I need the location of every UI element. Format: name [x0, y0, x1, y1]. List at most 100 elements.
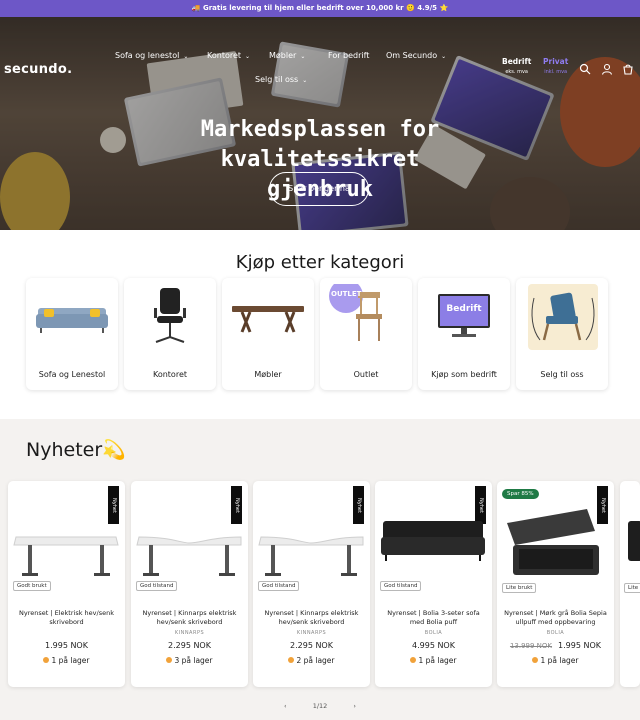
price-value: 1.995 NOK	[45, 641, 88, 650]
nav-label: Om Secundo	[386, 51, 438, 60]
stock-text: 1 på lager	[51, 656, 90, 665]
search-icon[interactable]	[579, 63, 591, 75]
product-name[interactable]: Nyrenset | Kinnarps elektrisk hev/senk s…	[136, 609, 243, 627]
category-section-title: Kjøp etter kategori	[235, 252, 405, 273]
desk-image	[13, 536, 119, 576]
cart-icon[interactable]	[622, 63, 634, 75]
stock-dot-icon	[410, 657, 417, 663]
secundo-logo[interactable]: secundo.	[4, 62, 72, 77]
product-card[interactable]: Nyhet Godt brukt Nyrenset | Elektrisk he…	[8, 481, 125, 687]
product-brand: BOLIA	[546, 630, 565, 636]
news-title: Nyheter💫	[26, 439, 126, 461]
nav-om-secundo[interactable]: Om Secundo ⌄	[386, 51, 446, 60]
bedrift-badge: Bedrift	[446, 304, 482, 314]
category-label: Outlet	[353, 370, 379, 379]
category-card-sofa[interactable]: Sofa og Lenestol	[26, 278, 118, 390]
product-price: 4.995 NOK	[375, 641, 492, 650]
stock-text: 3 på lager	[174, 656, 213, 665]
announcement-bar: 🚚 Gratis levering til hjem eller bedrift…	[0, 0, 640, 17]
user-icon[interactable]	[601, 63, 613, 75]
product-name[interactable]: Nyrenset | Elektrisk hev/senk skrivebord	[13, 609, 120, 627]
stock-status: 1 på lager	[497, 656, 614, 665]
category-card-kontoret[interactable]: Kontoret	[124, 278, 216, 390]
chevron-down-icon: ⌄	[245, 53, 251, 60]
category-card-outlet[interactable]: OUTLET Outlet	[320, 278, 412, 390]
nav-label: Møbler	[269, 51, 297, 60]
stock-dot-icon	[43, 657, 50, 663]
hero-banner: secundo. Sofa og lenestol ⌄ Kontoret ⌄ Møb…	[0, 17, 640, 230]
nav-selg-til-oss[interactable]: Selg til oss ⌄	[255, 75, 307, 84]
product-card[interactable]: Nyhet Spar 85% Lite brukt Nyrenset | Mør…	[497, 481, 614, 687]
stock-status: 3 på lager	[131, 656, 248, 665]
product-card[interactable]: Nyhet God tilstand Nyrenset | Bolia 3-se…	[375, 481, 492, 687]
product-card[interactable]: Nyhet God tilstand Nyrenset | Kinnarps e…	[131, 481, 248, 687]
stock-text: 2 på lager	[296, 656, 335, 665]
old-price: 13.999 NOK	[509, 642, 553, 650]
category-card-selg[interactable]: Selg til oss	[516, 278, 608, 390]
stock-text: 1 på lager	[418, 656, 457, 665]
table-image	[232, 306, 304, 333]
product-brand: KINNARPS	[174, 630, 205, 636]
condition-badge: God tilstand	[136, 581, 178, 591]
outlet-badge: OUTLET	[331, 290, 362, 298]
category-label: Selg til oss	[540, 370, 584, 379]
toggle-sub: eks. mva	[505, 69, 528, 75]
sofa-image	[36, 308, 108, 333]
condition-badge: Godt brukt	[13, 581, 51, 591]
monitor-image	[438, 294, 490, 337]
category-label: Kontoret	[152, 370, 187, 379]
condition-badge: God tilstand	[380, 581, 422, 591]
chevron-down-icon: ⌄	[441, 53, 447, 60]
save-badge: Spar 85%	[502, 489, 539, 499]
office-chair-image	[154, 288, 186, 343]
category-label: Sofa og Lenestol	[38, 370, 106, 379]
armchair-image	[528, 284, 598, 350]
product-brand: BOLIA	[424, 630, 443, 636]
nav-kontoret[interactable]: Kontoret ⌄	[207, 51, 250, 60]
chevron-down-icon: ⌄	[302, 77, 308, 84]
nav-label: For bedrift	[328, 51, 370, 60]
category-card-mobler[interactable]: Møbler	[222, 278, 314, 390]
pager-next-button[interactable]: ›	[353, 702, 356, 710]
nav-label: Sofa og lenestol	[115, 51, 180, 60]
price-value: 2.295 NOK	[290, 641, 333, 650]
nav-label: Kontoret	[207, 51, 242, 60]
toggle-bedrift[interactable]: Bedrift eks. mva	[502, 57, 531, 77]
product-name[interactable]: Nyrenset | Bolia 3-seter sofa med Bolia …	[380, 609, 487, 627]
stock-status: 1 på lager	[375, 656, 492, 665]
nav-for-bedrift[interactable]: For bedrift	[328, 51, 369, 60]
category-card-bedrift[interactable]: Bedrift Kjøp som bedrift	[418, 278, 510, 390]
product-price: 13.999 NOK 1.995 NOK	[497, 641, 614, 650]
desk-image	[258, 536, 364, 576]
product-name[interactable]: Nyrenset | Mørk grå Bolia Sepia ullpuff …	[502, 609, 609, 627]
stock-status: 2 på lager	[253, 656, 370, 665]
category-label: Møbler	[254, 370, 282, 379]
pager-prev-button[interactable]: ‹	[284, 702, 287, 710]
condition-badge: God tilstand	[258, 581, 300, 591]
stock-dot-icon	[166, 657, 173, 663]
product-brand: KINNARPS	[296, 630, 327, 636]
product-name[interactable]: Nyrenset | Kinnarps elektrisk hev/senk s…	[258, 609, 365, 627]
product-price: 1.995 NOK	[8, 641, 125, 650]
condition-badge: Lite brukt	[502, 583, 537, 593]
stock-text: 1 på lager	[540, 656, 579, 665]
nav-label: Selg til oss	[255, 75, 299, 84]
product-price: 2.295 NOK	[253, 641, 370, 650]
product-card-partial[interactable]: Lite	[620, 481, 640, 687]
nav-mobler[interactable]: Møbler ⌄	[269, 51, 305, 60]
stock-status: 1 på lager	[8, 656, 125, 665]
stock-dot-icon	[532, 657, 539, 663]
desk-image	[136, 536, 242, 576]
toggle-privat[interactable]: Privat inkl. mva	[543, 57, 568, 77]
partial-product-image	[628, 521, 640, 561]
nav-sofa-og-lenestol[interactable]: Sofa og lenestol ⌄	[115, 51, 188, 60]
chevron-down-icon: ⌄	[183, 53, 189, 60]
hero-title-line: Markedsplassen for kvalitetssikret	[200, 117, 440, 172]
sofa-image	[381, 521, 485, 561]
product-card[interactable]: Nyhet God tilstand Nyrenset | Kinnarps e…	[253, 481, 370, 687]
price-value: 1.995 NOK	[558, 641, 602, 650]
product-price: 2.295 NOK	[131, 641, 248, 650]
hero-cta-button[interactable]: Spar penger nå	[269, 172, 369, 206]
chevron-down-icon: ⌄	[300, 53, 306, 60]
price-value: 2.295 NOK	[168, 641, 211, 650]
